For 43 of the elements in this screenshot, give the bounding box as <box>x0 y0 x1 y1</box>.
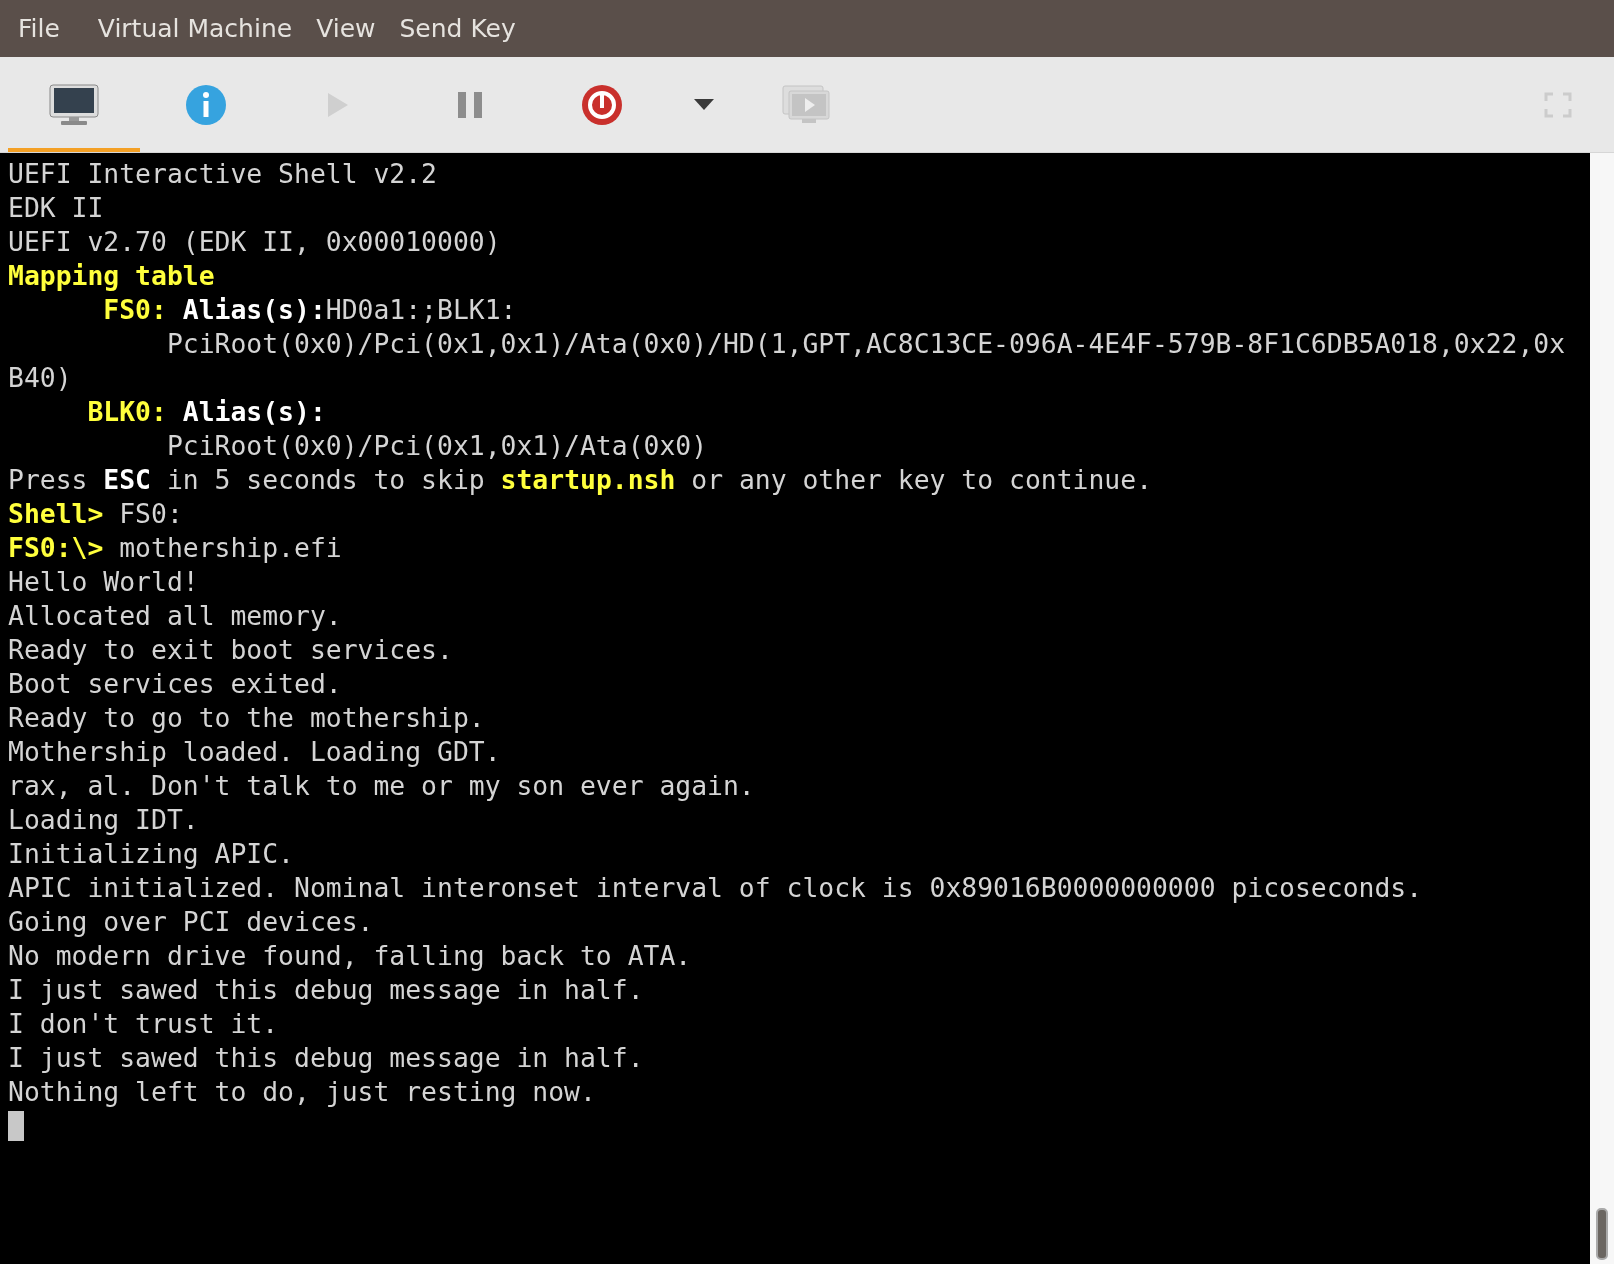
console-line: UEFI v2.70 (EDK II, 0x00010000) <box>8 225 502 259</box>
power-icon <box>581 83 623 126</box>
console-line: Ready to exit boot services. <box>8 633 454 667</box>
console-line: Initializing APIC. <box>8 837 295 871</box>
console-line: FS0: Alias(s):HD0a1:;BLK1: <box>102 293 518 327</box>
console-line: I just sawed this debug message in half. <box>8 973 645 1007</box>
scrollbar[interactable] <box>1590 153 1614 1264</box>
console-line: Boot services exited. <box>8 667 343 701</box>
console-line: Hello World! <box>8 565 200 599</box>
caret-icon <box>694 99 714 110</box>
console-line: I don't trust it. <box>8 1007 280 1041</box>
menu-item[interactable]: Virtual Machine <box>85 14 305 43</box>
menu-item[interactable]: Send Key <box>387 14 528 43</box>
console-line: B40) <box>8 361 73 395</box>
console-line: No modern drive found, falling back to ATA. <box>8 939 693 973</box>
text-cursor <box>8 1111 24 1141</box>
console-line: APIC initialized. Nominal interonset interval of clock is 0x89016B0000000000 picoseconds. <box>8 871 1424 905</box>
console-line: Allocated all memory. <box>8 599 343 633</box>
console-line: EDK II <box>8 191 105 225</box>
console-line: Mapping table <box>8 259 216 293</box>
menu-item[interactable]: File <box>6 14 72 43</box>
console-line: I just sawed this debug message in half. <box>8 1041 645 1075</box>
scrollbar-thumb[interactable] <box>1596 1208 1608 1260</box>
console-line: PciRoot(0x0)/Pci(0x1,0x1)/Ata(0x0)/HD(1,GPT,AC8C13CE-096A-4E4F-579B-8F1C6DB5A018,0x22,0x <box>165 327 1567 361</box>
menu-item[interactable]: View <box>304 14 388 43</box>
screens-play-icon <box>782 84 830 125</box>
monitor-icon <box>49 83 99 126</box>
console-line: UEFI Interactive Shell v2.2 <box>8 157 438 191</box>
console-line: Press ESC in 5 seconds to skip startup.nsh or any other key to continue. <box>8 463 1153 497</box>
play-icon <box>326 91 350 118</box>
console-line: Nothing left to do, just resting now. <box>8 1075 597 1109</box>
fullscreen-icon <box>1544 91 1572 118</box>
console-line: rax, al. Don't talk to me or my son ever again. <box>8 769 756 803</box>
pause-icon <box>457 90 483 119</box>
console-line: Mothership loaded. Loading GDT. <box>8 735 502 769</box>
console-line: Shell> FS0: <box>8 497 184 531</box>
info-icon <box>185 83 227 126</box>
console-line: Ready to go to the mothership. <box>8 701 486 735</box>
console-line: BLK0: Alias(s): <box>86 395 327 429</box>
console-line: FS0:\> mothership.efi <box>8 531 343 565</box>
console-line: Loading IDT. <box>8 803 200 837</box>
console-line: PciRoot(0x0)/Pci(0x1,0x1)/Ata(0x0) <box>165 429 709 463</box>
console-line: Going over PCI devices. <box>8 905 375 939</box>
